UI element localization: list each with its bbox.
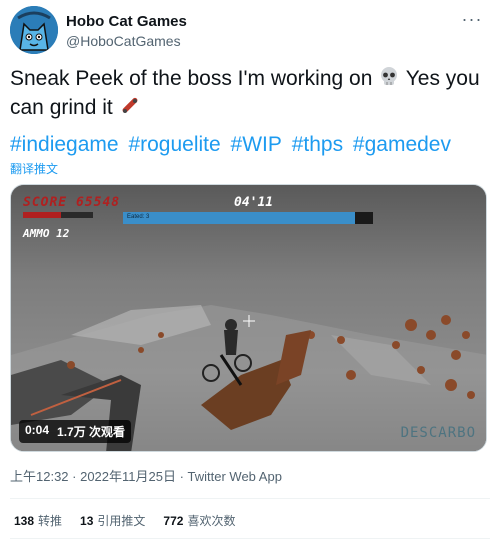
- tweet-header: Hobo Cat Games @HoboCatGames ···: [10, 6, 490, 56]
- retweets-count: 138: [14, 514, 35, 528]
- hashtags: #indiegame #roguelite #WIP #thps #gamede…: [10, 132, 490, 158]
- translate-link[interactable]: 翻译推文: [10, 160, 58, 177]
- more-options-button[interactable]: ···: [460, 9, 484, 32]
- tweet-stats: 138 转推 13 引用推文 772 喜欢次数: [14, 512, 235, 529]
- skull-icon: [381, 67, 398, 85]
- tweet-meta: 上午12:32 · 2022年11月25日 · Twitter Web App: [10, 466, 282, 485]
- video-views: 1.7万 次观看: [57, 425, 126, 439]
- tweet-text: Sneak Peek of the boss I'm working on Ye…: [10, 64, 490, 122]
- retweets-label: 转推: [38, 514, 63, 528]
- hashtag-link[interactable]: #indiegame: [10, 133, 119, 156]
- video-time: 0:04: [25, 423, 50, 437]
- watermark: DESCARBO: [400, 425, 476, 441]
- hashtag-link[interactable]: #thps: [292, 133, 343, 156]
- likes-label: 喜欢次数: [187, 514, 236, 528]
- cat-avatar-icon: [10, 6, 58, 54]
- tweet-timestamp[interactable]: 上午12:32 · 2022年11月25日 ·: [10, 469, 188, 484]
- likes-count: 772: [163, 514, 184, 528]
- ellipsis-icon: ···: [461, 9, 483, 29]
- hud-timer: 04'11: [234, 195, 274, 210]
- divider: [10, 538, 490, 539]
- likes-stat[interactable]: 772 喜欢次数: [163, 512, 235, 529]
- hashtag-link[interactable]: #WIP: [231, 133, 282, 156]
- video-player[interactable]: SCORE 65548 04'11 AMMO 12 Eated: 3 DESCA…: [10, 184, 487, 452]
- display-name[interactable]: Hobo Cat Games: [66, 12, 187, 31]
- handle[interactable]: @HoboCatGames: [66, 32, 187, 51]
- hud-score: SCORE 65548: [23, 195, 121, 210]
- quotes-stat[interactable]: 13 引用推文: [80, 512, 145, 529]
- hashtag-link[interactable]: #roguelite: [128, 133, 220, 156]
- avatar[interactable]: [10, 6, 58, 54]
- quotes-label: 引用推文: [97, 514, 146, 528]
- video-info-badge: 0:04 1.7万 次观看: [19, 420, 132, 443]
- author-names: Hobo Cat Games @HoboCatGames: [66, 12, 187, 51]
- game-scene-image: [11, 185, 486, 451]
- skateboard-icon: [122, 97, 138, 113]
- quotes-count: 13: [80, 514, 94, 528]
- hud-ammo: AMMO 12: [23, 227, 70, 240]
- hashtag-link[interactable]: #gamedev: [353, 133, 451, 156]
- tweet-text-part1: Sneak Peek of the boss I'm working on: [10, 67, 379, 90]
- source-app[interactable]: Twitter Web App: [188, 469, 282, 484]
- retweets-stat[interactable]: 138 转推: [14, 512, 62, 529]
- divider: [10, 498, 490, 499]
- hud-bar-label: Eated: 3: [127, 214, 150, 220]
